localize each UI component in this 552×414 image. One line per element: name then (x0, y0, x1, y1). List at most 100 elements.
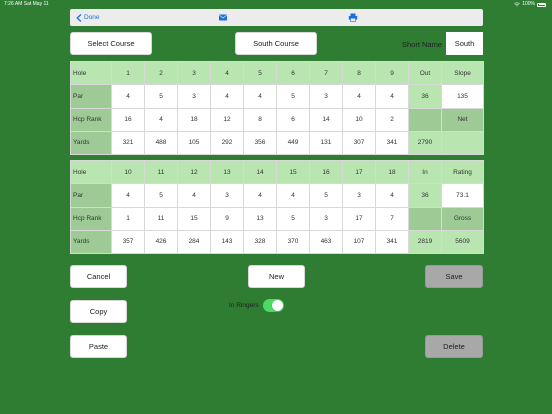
hcp-cell[interactable]: 16 (111, 107, 145, 132)
mail-icon[interactable] (218, 13, 228, 22)
back-hole-number: 10 (111, 159, 145, 185)
hcp-cell[interactable]: 6 (276, 107, 310, 132)
par-cell[interactable]: 4 (342, 84, 376, 109)
front-hole-number: 9 (375, 60, 409, 86)
hcp-cell[interactable]: 5 (276, 206, 310, 231)
rating-value[interactable]: 73.1 (441, 183, 484, 208)
hcp-cell[interactable]: 3 (309, 206, 343, 231)
yards-cell[interactable]: 107 (342, 229, 376, 255)
par-cell[interactable]: 5 (144, 183, 178, 208)
hcp-cell[interactable]: 10 (342, 107, 376, 132)
back-hole-number: 15 (276, 159, 310, 185)
par-cell[interactable]: 4 (375, 84, 409, 109)
hcp-cell[interactable]: 2 (375, 107, 409, 132)
par-cell[interactable]: 3 (177, 84, 211, 109)
back-yards-row: Yards 357 426 284 143 328 370 463 107 34… (70, 229, 484, 255)
status-time-date: 7:26 AM Sat May 11 (4, 0, 49, 9)
front-hcp-row: Hcp Rank 16 4 18 12 8 6 14 10 2 Net (70, 107, 484, 132)
new-button[interactable]: New (248, 265, 305, 288)
par-cell[interactable]: 3 (309, 84, 343, 109)
short-name-label: Short Name (402, 40, 443, 49)
hcp-cell[interactable]: 11 (144, 206, 178, 231)
par-cell[interactable]: 4 (177, 183, 211, 208)
rating-header: Rating (441, 159, 484, 185)
back-hole-number: 17 (342, 159, 376, 185)
par-cell[interactable]: 4 (375, 183, 409, 208)
par-cell[interactable]: 4 (210, 84, 244, 109)
par-cell[interactable]: 4 (243, 84, 277, 109)
save-button[interactable]: Save (425, 265, 483, 288)
back-hole-row: Hole 10 11 12 13 14 15 16 17 18 In Ratin… (70, 159, 484, 185)
par-cell[interactable]: 4 (243, 183, 277, 208)
printer-icon[interactable] (348, 13, 358, 22)
yards-cell[interactable]: 328 (243, 229, 277, 255)
par-cell[interactable]: 5 (309, 183, 343, 208)
hcp-rank-label: Hcp Rank (70, 107, 112, 132)
top-toolbar: Done (70, 9, 483, 26)
yards-cell[interactable]: 341 (375, 229, 409, 255)
front-hole-number: 7 (309, 60, 343, 86)
back-hole-number: 12 (177, 159, 211, 185)
select-course-button[interactable]: Select Course (70, 32, 152, 55)
front-hole-label: Hole (70, 60, 112, 86)
hcp-cell[interactable]: 14 (309, 107, 343, 132)
par-cell[interactable]: 5 (144, 84, 178, 109)
par-cell[interactable]: 4 (111, 183, 145, 208)
wifi-icon (514, 2, 521, 7)
yards-cell[interactable]: 143 (210, 229, 244, 255)
hcp-cell[interactable]: 9 (210, 206, 244, 231)
yards-cell[interactable]: 131 (309, 130, 343, 156)
hcp-cell[interactable]: 13 (243, 206, 277, 231)
yards-cell[interactable]: 321 (111, 130, 145, 156)
yards-label: Yards (70, 229, 112, 255)
short-name-field[interactable]: South (446, 32, 483, 55)
hcp-cell[interactable]: 4 (144, 107, 178, 132)
cancel-button[interactable]: Cancel (70, 265, 127, 288)
back-hole-number: 16 (309, 159, 343, 185)
back-hole-number: 11 (144, 159, 178, 185)
front-hole-row: Hole 1 2 3 4 5 6 7 8 9 Out Slope (70, 60, 484, 86)
hcp-cell[interactable]: 18 (177, 107, 211, 132)
status-bar: 7:26 AM Sat May 11 100% (0, 0, 552, 9)
course-name-button[interactable]: South Course (235, 32, 317, 55)
par-cell[interactable]: 4 (111, 84, 145, 109)
yards-in-total: 2819 (408, 229, 442, 255)
hcp-cell[interactable]: 1 (111, 206, 145, 231)
toggle-knob (271, 300, 283, 311)
hcp-cell[interactable]: 15 (177, 206, 211, 231)
yards-cell[interactable]: 463 (309, 229, 343, 255)
net-value[interactable] (441, 130, 484, 156)
hcp-cell[interactable]: 8 (243, 107, 277, 132)
yards-cell[interactable]: 357 (111, 229, 145, 255)
yards-cell[interactable]: 292 (210, 130, 244, 156)
front-hole-number: 8 (342, 60, 376, 86)
yards-cell[interactable]: 449 (276, 130, 310, 156)
copy-button[interactable]: Copy (70, 300, 127, 323)
yards-cell[interactable]: 284 (177, 229, 211, 255)
in-header: In (408, 159, 442, 185)
out-header: Out (408, 60, 442, 86)
slope-header: Slope (441, 60, 484, 86)
par-cell[interactable]: 3 (210, 183, 244, 208)
yards-cell[interactable]: 307 (342, 130, 376, 156)
par-cell[interactable]: 4 (276, 183, 310, 208)
yards-cell[interactable]: 341 (375, 130, 409, 156)
par-cell[interactable]: 5 (276, 84, 310, 109)
hcp-cell[interactable]: 7 (375, 206, 409, 231)
par-cell[interactable]: 3 (342, 183, 376, 208)
back-par-row: Par 4 5 4 3 4 4 5 3 4 36 73.1 (70, 183, 484, 208)
delete-button[interactable]: Delete (425, 335, 483, 358)
yards-cell[interactable]: 488 (144, 130, 178, 156)
hcp-cell[interactable]: 12 (210, 107, 244, 132)
slope-value[interactable]: 135 (441, 84, 484, 109)
status-date: Sat May 11 (23, 1, 49, 7)
yards-cell[interactable]: 105 (177, 130, 211, 156)
yards-cell[interactable]: 426 (144, 229, 178, 255)
yards-total-value: 5609 (441, 229, 484, 255)
paste-button[interactable]: Paste (70, 335, 127, 358)
yards-cell[interactable]: 370 (276, 229, 310, 255)
in-ringers-toggle[interactable] (262, 299, 284, 312)
yards-cell[interactable]: 356 (243, 130, 277, 156)
done-button[interactable]: Done (76, 9, 100, 26)
hcp-cell[interactable]: 17 (342, 206, 376, 231)
